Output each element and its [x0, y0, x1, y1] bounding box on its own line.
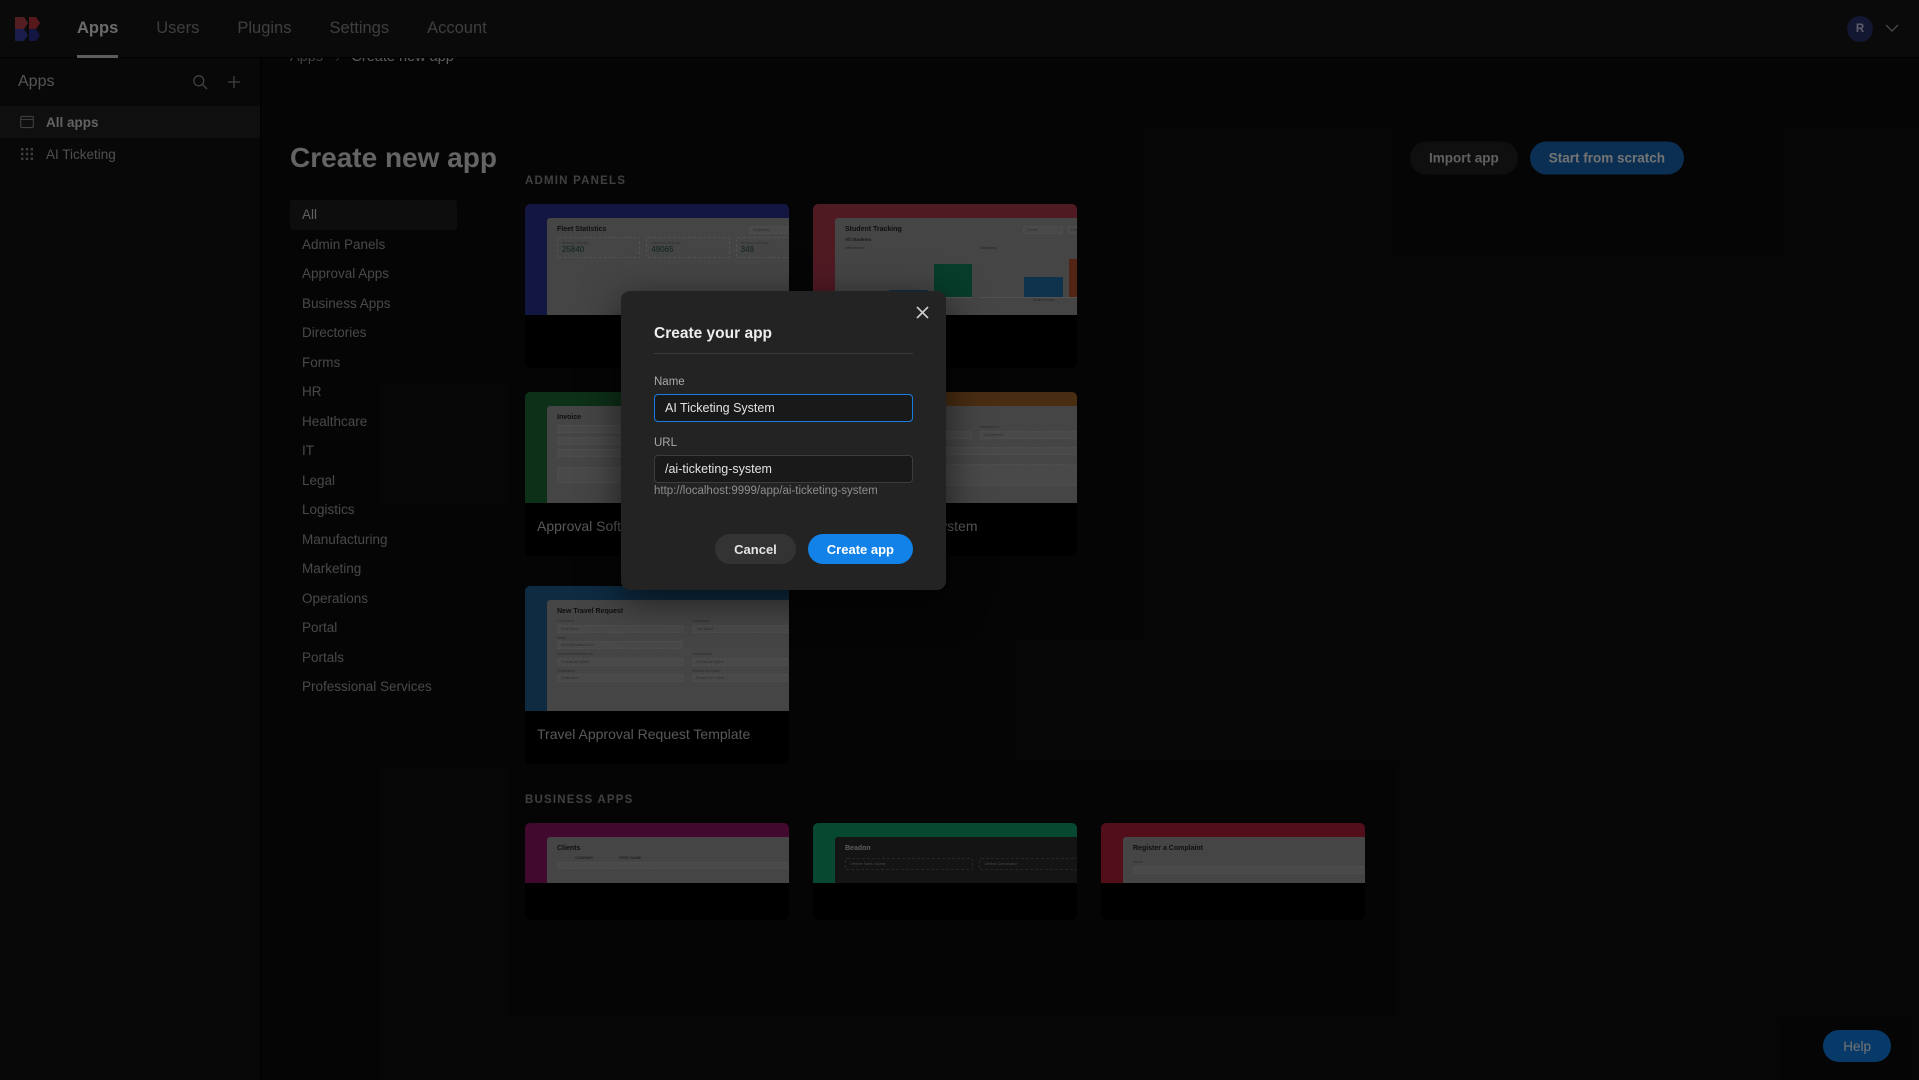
app-name-input[interactable] — [654, 394, 913, 422]
name-field-group: Name — [654, 376, 913, 422]
close-icon[interactable] — [911, 301, 933, 323]
create-app-button[interactable]: Create app — [807, 534, 913, 564]
modal-actions: Cancel Create app — [715, 534, 913, 564]
modal-overlay[interactable] — [0, 0, 1919, 1080]
name-label: Name — [654, 376, 685, 388]
cancel-button[interactable]: Cancel — [715, 534, 796, 564]
app-url-input[interactable] — [654, 455, 913, 483]
modal-divider — [654, 353, 913, 354]
url-label: URL — [654, 437, 678, 449]
create-app-modal: Create your app Name URL http://localhos… — [621, 291, 946, 590]
url-field-group: URL — [654, 437, 913, 483]
url-preview-hint: http://localhost:9999/app/ai-ticketing-s… — [654, 485, 878, 497]
modal-title: Create your app — [654, 325, 773, 342]
